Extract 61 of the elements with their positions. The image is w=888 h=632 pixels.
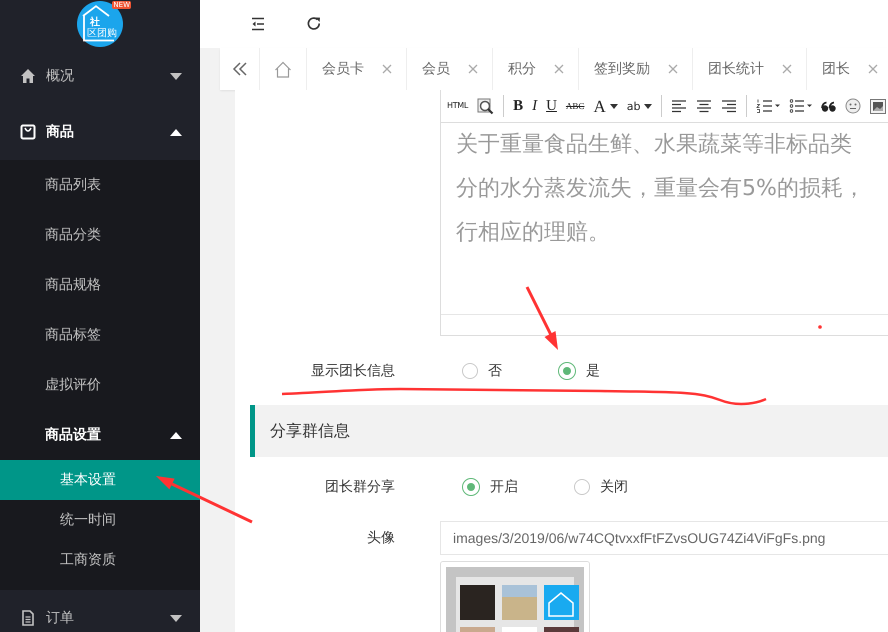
annotation-dot: [818, 325, 822, 329]
strikethrough-button[interactable]: ABC: [566, 102, 584, 110]
double-chevron-icon[interactable]: [232, 62, 248, 76]
annotation-arrow: [526, 286, 558, 350]
submenu-item[interactable]: 商品规格: [0, 260, 200, 310]
caret-icon[interactable]: [170, 614, 182, 622]
align-center-icon[interactable]: [696, 99, 712, 113]
logo-text: 社: [90, 17, 100, 28]
numbered-list-icon[interactable]: [756, 98, 780, 114]
italic-button[interactable]: I: [532, 98, 538, 114]
radio-label[interactable]: 是: [586, 362, 600, 380]
radio-button[interactable]: [462, 363, 478, 379]
magnifier-icon[interactable]: [477, 98, 494, 114]
highlight-button[interactable]: ab: [626, 100, 652, 112]
input-field[interactable]: images/3/2019/06/w74CQtvxxfFtFZvsOUG74Zi4ViFgFs.png: [440, 521, 888, 555]
radio-label[interactable]: 否: [488, 362, 502, 380]
field-label: 显示团长信息: [310, 362, 395, 380]
caret-icon[interactable]: [610, 104, 618, 108]
home-icon: [20, 68, 36, 84]
radio-label[interactable]: 开启: [490, 478, 518, 496]
home-icon[interactable]: [274, 60, 292, 78]
editor-text-line: 分的水分蒸发流失，重量会有5%的损耗，: [456, 175, 866, 203]
caret-icon[interactable]: [170, 432, 182, 438]
quote-icon[interactable]: [821, 100, 836, 112]
field-label: 团长群分享: [324, 478, 395, 496]
align-right-icon[interactable]: [721, 99, 738, 113]
menu-item[interactable]: 商品: [0, 104, 200, 160]
align-left-icon[interactable]: [671, 99, 688, 113]
indent-icon[interactable]: [250, 16, 266, 32]
html-button[interactable]: HTML: [447, 102, 468, 110]
smiley-icon[interactable]: [845, 98, 862, 114]
menu-item[interactable]: 订单: [0, 590, 200, 632]
bold-button[interactable]: B: [513, 98, 524, 114]
submenu-item[interactable]: 商品设置: [0, 410, 200, 460]
image-icon[interactable]: [870, 98, 886, 114]
submenu-item[interactable]: 商品分类: [0, 210, 200, 260]
bullet-list-icon[interactable]: [789, 98, 812, 114]
menu-item[interactable]: 概况: [0, 48, 200, 104]
document-icon: [20, 610, 36, 626]
submenu-item[interactable]: 虚拟评价: [0, 360, 200, 410]
underline-button[interactable]: U: [546, 98, 557, 114]
submenu-item[interactable]: 工商资质: [0, 540, 200, 580]
caret-icon[interactable]: [644, 104, 652, 108]
radio-label[interactable]: 关闭: [600, 478, 628, 496]
caret-icon[interactable]: [170, 128, 182, 136]
submenu-item[interactable]: 商品标签: [0, 310, 200, 360]
field-label: 头像: [366, 529, 395, 547]
radio-button[interactable]: [574, 479, 590, 495]
font-color-button[interactable]: A: [593, 98, 618, 114]
caret-icon[interactable]: [170, 72, 182, 80]
radio-button[interactable]: [558, 362, 576, 380]
editor-text-line: 行相应的理赔。: [456, 219, 611, 247]
submenu-item[interactable]: 统一时间: [0, 500, 200, 540]
section-header: 分享群信息: [250, 405, 888, 457]
radio-button[interactable]: [462, 478, 480, 496]
refresh-icon[interactable]: [306, 16, 322, 32]
bag-icon: [20, 124, 36, 140]
submenu-item[interactable]: 商品列表: [0, 160, 200, 210]
logo-text: 区团购: [87, 28, 117, 39]
editor-text-line: 关于重量食品生鲜、水果蔬菜等非标品类: [456, 131, 853, 159]
submenu-item[interactable]: 基本设置: [0, 460, 200, 500]
